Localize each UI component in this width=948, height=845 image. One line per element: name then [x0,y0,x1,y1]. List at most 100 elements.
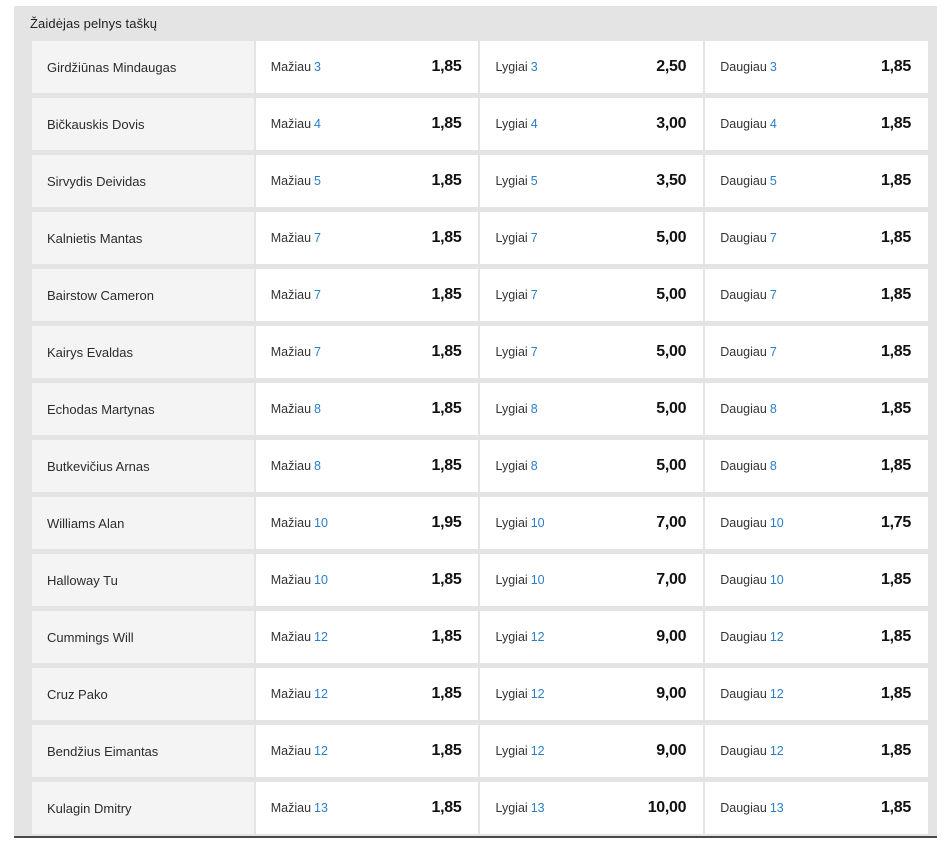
under-label: Mažiau 12 [271,744,328,758]
over-odds-button[interactable]: Daugiau 7 1,85 [705,269,928,321]
points-line: 5 [314,174,321,188]
under-label: Mažiau 8 [271,459,321,473]
under-price: 1,85 [431,343,462,360]
over-odds-button[interactable]: Daugiau 10 1,75 [705,497,928,549]
under-label-text: Mažiau [270,801,312,815]
over-label: Daugiau 12 [720,687,783,701]
under-price: 1,85 [431,457,462,474]
equal-odds-button[interactable]: Lygiai 10 7,00 [480,497,704,549]
under-odds-button[interactable]: Mažiau 5 1,85 [255,155,479,207]
equal-odds-button[interactable]: Lygiai 8 5,00 [480,383,704,435]
player-name: Kairys Evaldas [32,326,254,378]
points-line: 5 [530,174,538,188]
over-price: 1,85 [881,115,911,132]
over-odds-button[interactable]: Daugiau 12 1,85 [705,611,928,663]
market-row: Kairys Evaldas Mažiau 7 1,85 Lygiai 7 5,00 Daug… [32,326,928,378]
equal-label: Lygiai 12 [495,687,544,701]
over-label: Daugiau 12 [720,630,783,644]
over-odds-button[interactable]: Daugiau 10 1,85 [705,554,928,606]
player-name: Girdžiūnas Mindaugas [32,41,254,93]
under-odds-button[interactable]: Mažiau 3 1,85 [255,41,479,93]
equal-price: 2,50 [656,58,687,75]
equal-odds-button[interactable]: Lygiai 12 9,00 [480,611,704,663]
under-odds-button[interactable]: Mažiau 4 1,85 [255,98,479,150]
under-label: Mažiau 12 [271,630,328,644]
over-odds-button[interactable]: Daugiau 5 1,85 [705,155,928,207]
over-odds-button[interactable]: Daugiau 7 1,85 [705,212,928,264]
over-odds-button[interactable]: Daugiau 13 1,85 [705,782,928,834]
points-line: 12 [314,744,328,758]
over-odds-button[interactable]: Daugiau 8 1,85 [705,440,928,492]
equal-label: Lygiai 7 [495,288,537,302]
over-label: Daugiau 4 [720,117,777,131]
equal-odds-button[interactable]: Lygiai 13 10,00 [480,782,704,834]
equal-odds-button[interactable]: Lygiai 7 5,00 [480,326,704,378]
equal-odds-button[interactable]: Lygiai 5 3,50 [480,155,704,207]
under-odds-button[interactable]: Mažiau 12 1,85 [255,668,479,720]
under-odds-button[interactable]: Mažiau 8 1,85 [255,440,479,492]
points-line: 3 [530,60,538,74]
under-price: 1,85 [431,628,462,645]
under-odds-button[interactable]: Mažiau 13 1,85 [255,782,479,834]
under-label: Mažiau 8 [271,402,321,416]
over-odds-button[interactable]: Daugiau 3 1,85 [705,41,928,93]
under-label-text: Mažiau [270,744,312,758]
points-line: 8 [530,459,538,473]
under-odds-button[interactable]: Mažiau 10 1,95 [255,497,479,549]
player-name: Kulagin Dmitry [32,782,254,834]
under-label-text: Mažiau [270,630,312,644]
equal-label: Lygiai 13 [495,801,544,815]
points-line: 12 [530,687,545,701]
equal-price: 3,00 [656,115,687,132]
market-row: Sirvydis Deividas Mažiau 5 1,85 Lygiai 5 3,50 D… [32,155,928,207]
over-price: 1,85 [881,571,911,588]
equal-label-text: Lygiai [495,288,528,302]
equal-odds-button[interactable]: Lygiai 8 5,00 [480,440,704,492]
equal-label: Lygiai 10 [495,573,544,587]
player-name: Kalnietis Mantas [32,212,254,264]
under-price: 1,85 [431,742,462,759]
under-odds-button[interactable]: Mažiau 12 1,85 [255,611,479,663]
over-odds-button[interactable]: Daugiau 12 1,85 [705,725,928,777]
over-label: Daugiau 3 [720,60,777,74]
under-odds-button[interactable]: Mažiau 7 1,85 [255,326,479,378]
under-label-text: Mažiau [270,117,312,131]
under-label-text: Mažiau [270,345,312,359]
over-label: Daugiau 8 [720,402,777,416]
over-price: 1,85 [881,400,911,417]
under-odds-button[interactable]: Mažiau 7 1,85 [255,212,479,264]
over-label: Daugiau 7 [720,345,777,359]
equal-price: 5,00 [656,457,687,474]
over-label: Daugiau 13 [720,801,783,815]
equal-price: 3,50 [656,172,687,189]
player-name: Bičkauskis Dovis [32,98,254,150]
equal-odds-button[interactable]: Lygiai 7 5,00 [480,212,704,264]
player-name: Bendžius Eimantas [32,725,254,777]
equal-label: Lygiai 12 [495,630,544,644]
under-odds-button[interactable]: Mažiau 8 1,85 [255,383,479,435]
equal-odds-button[interactable]: Lygiai 12 9,00 [480,725,704,777]
over-odds-button[interactable]: Daugiau 8 1,85 [705,383,928,435]
points-line: 10 [530,573,545,587]
over-price: 1,85 [881,628,911,645]
under-odds-button[interactable]: Mažiau 10 1,85 [255,554,479,606]
equal-odds-button[interactable]: Lygiai 10 7,00 [480,554,704,606]
equal-label-text: Lygiai [495,402,528,416]
equal-label-text: Lygiai [495,630,528,644]
under-label: Mažiau 7 [271,345,321,359]
equal-odds-button[interactable]: Lygiai 12 9,00 [480,668,704,720]
equal-odds-button[interactable]: Lygiai 4 3,00 [480,98,704,150]
over-label-text: Daugiau [720,288,767,302]
over-label: Daugiau 10 [720,573,783,587]
over-odds-button[interactable]: Daugiau 12 1,85 [705,668,928,720]
equal-odds-button[interactable]: Lygiai 3 2,50 [480,41,704,93]
equal-odds-button[interactable]: Lygiai 7 5,00 [480,269,704,321]
under-odds-button[interactable]: Mažiau 12 1,85 [255,725,479,777]
under-odds-button[interactable]: Mažiau 7 1,85 [255,269,479,321]
under-label-text: Mažiau [270,402,312,416]
equal-label: Lygiai 7 [495,231,537,245]
over-odds-button[interactable]: Daugiau 4 1,85 [705,98,928,150]
points-line: 12 [530,744,545,758]
over-odds-button[interactable]: Daugiau 7 1,85 [705,326,928,378]
under-price: 1,85 [431,172,462,189]
